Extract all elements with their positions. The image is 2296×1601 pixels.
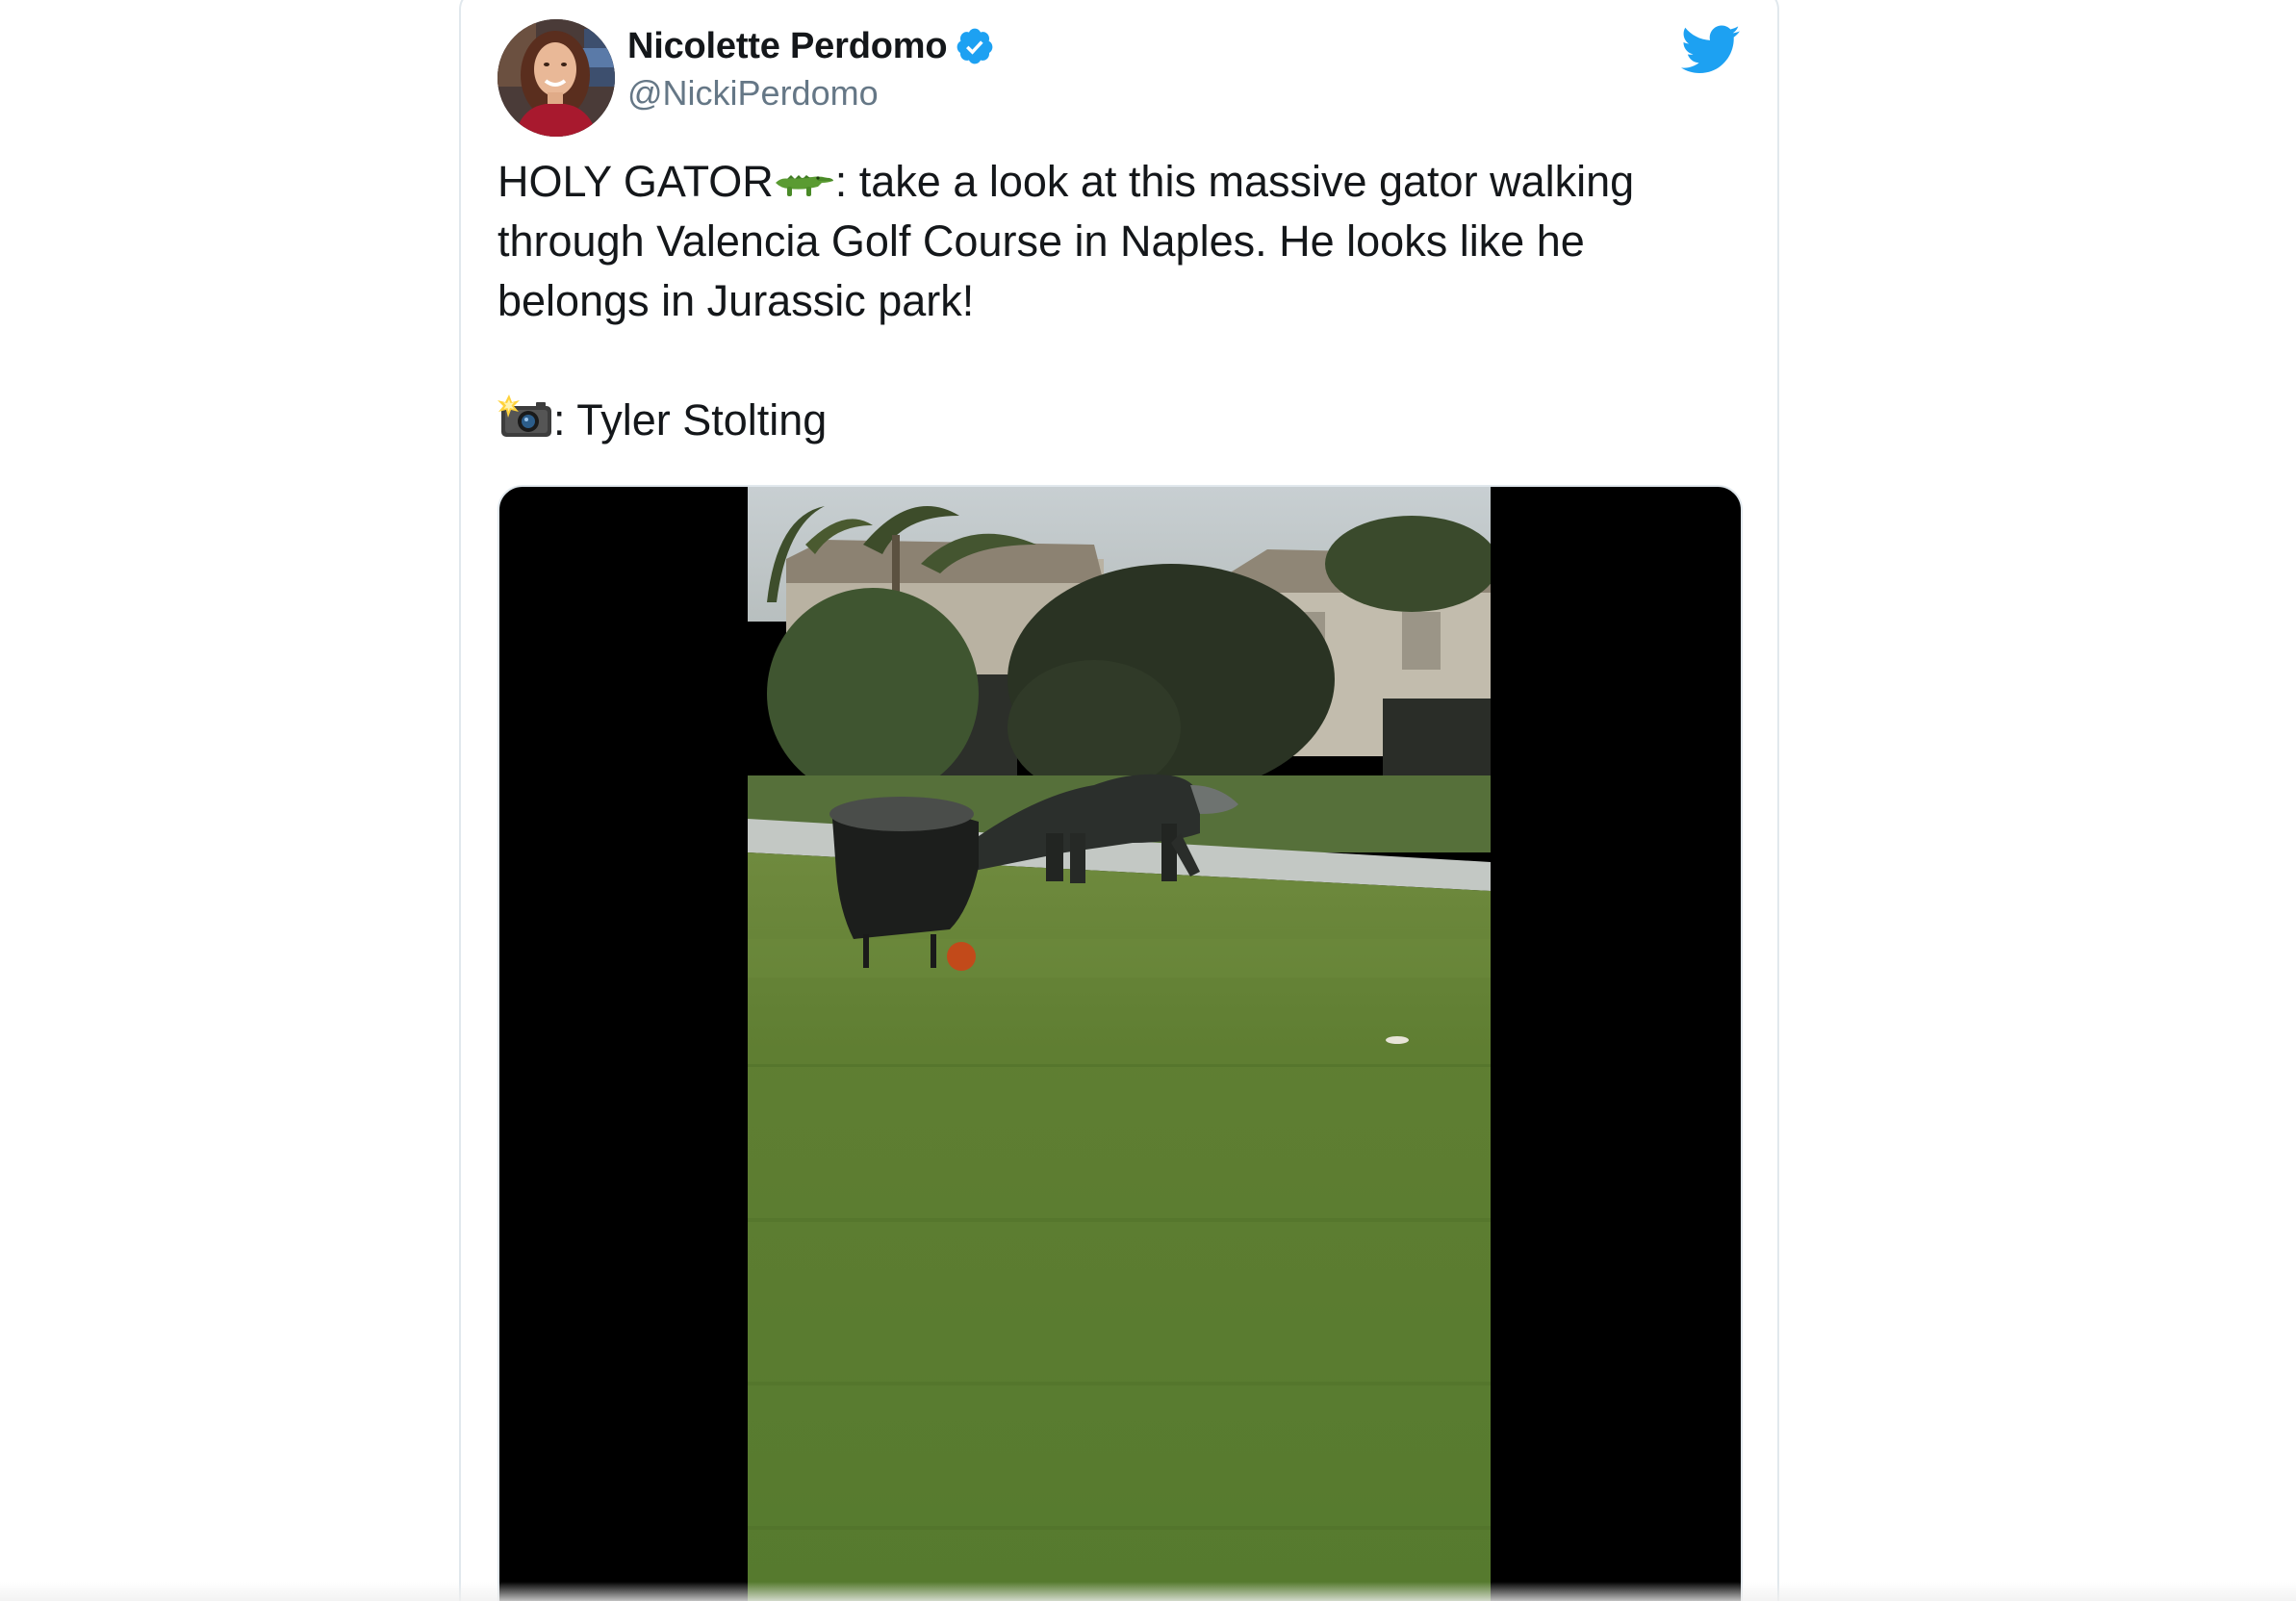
- author-name-row[interactable]: Nicolette Perdomo: [627, 26, 995, 67]
- tweet-text: HOLY GATOR : take a look at this massive …: [497, 152, 1720, 450]
- photo-credit: : Tyler Stolting: [553, 395, 828, 445]
- author-handle[interactable]: @NickiPerdomo: [627, 73, 879, 114]
- tweet-text-line-1-start: HOLY GATOR: [497, 157, 774, 206]
- verified-badge-icon: [955, 26, 995, 66]
- camera-flash-emoji-icon: [497, 393, 553, 441]
- page: Nicolette Perdomo @NickiPerdomo HOLY GAT…: [0, 0, 2296, 1601]
- tweet-video[interactable]: [497, 485, 1743, 1601]
- tweet-text-line-1: HOLY GATOR : take a look at this massive …: [497, 152, 1720, 212]
- avatar[interactable]: [497, 19, 615, 137]
- twitter-bird-icon[interactable]: [1681, 25, 1741, 75]
- tweet-text-line-2: through Valencia Golf Course in Naples. …: [497, 216, 1585, 266]
- tweet-card[interactable]: Nicolette Perdomo @NickiPerdomo HOLY GAT…: [459, 0, 1779, 1601]
- tweet-text-line-3: belongs in Jurassic park!: [497, 276, 975, 325]
- tweet-text-spacer: [497, 331, 1720, 391]
- tweet-text-line-1-end: : take a look at this massive gator walk…: [834, 157, 1635, 206]
- author-display-name[interactable]: Nicolette Perdomo: [627, 26, 948, 67]
- crocodile-emoji-icon: [774, 160, 835, 198]
- video-frame[interactable]: [748, 487, 1491, 1601]
- photo-credit-line: : Tyler Stolting: [497, 391, 1720, 450]
